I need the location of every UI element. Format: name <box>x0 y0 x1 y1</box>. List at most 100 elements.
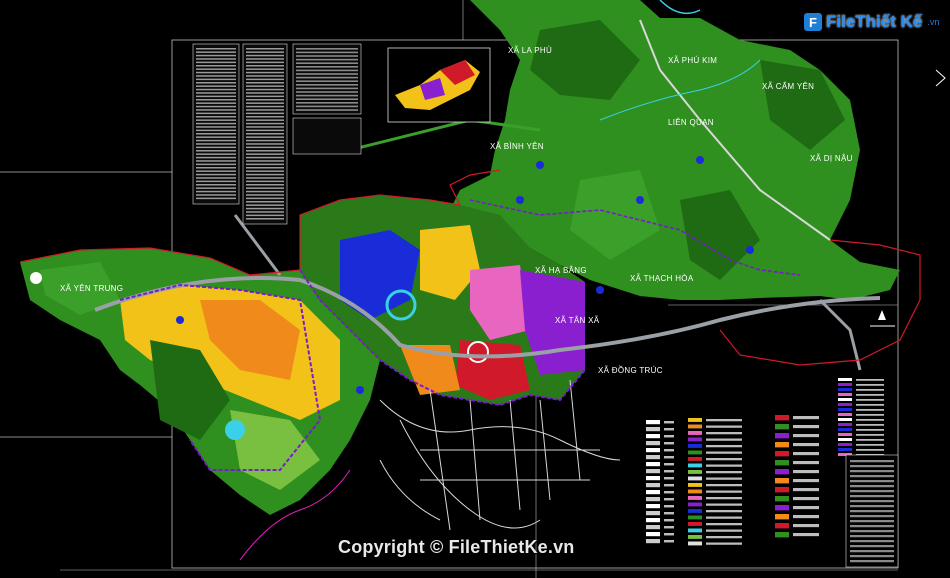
legend-swatch <box>775 415 789 421</box>
logo-f-icon: F <box>804 13 822 31</box>
table-row <box>246 116 284 118</box>
table-row <box>196 139 236 142</box>
table-row <box>196 109 236 111</box>
legend-swatch <box>838 413 852 416</box>
legend-swatch <box>775 433 789 439</box>
table-row <box>196 102 236 104</box>
legend-text <box>664 449 674 452</box>
table-row <box>196 143 236 145</box>
place-label: XÃ BÌNH YÊN <box>490 142 544 151</box>
logo-arrow-icon <box>935 69 946 87</box>
table-row <box>850 540 894 543</box>
place-label: XÃ LA PHÙ <box>508 46 553 55</box>
table-row <box>246 207 284 210</box>
legend-text <box>706 432 742 435</box>
table-row <box>246 99 284 101</box>
table-row <box>196 99 236 101</box>
cyan-pond <box>225 420 245 440</box>
legend-swatch <box>838 408 852 411</box>
brand-logo: F FileThiết Kế .vn <box>804 12 939 32</box>
table-row <box>196 78 236 81</box>
legend-swatch <box>838 378 852 381</box>
legend-text <box>856 424 884 426</box>
data-table-1 <box>192 43 240 205</box>
table-row <box>246 122 284 125</box>
legend-text <box>793 479 819 483</box>
legend-swatch <box>775 523 789 529</box>
legend-text <box>706 438 742 441</box>
legend-text <box>856 409 884 411</box>
legend-swatch <box>646 434 660 439</box>
table-row <box>850 555 894 558</box>
legend-swatch <box>646 539 660 544</box>
legend-swatch <box>688 431 702 435</box>
table-row <box>246 48 284 50</box>
table-row <box>246 78 284 81</box>
legend-text <box>664 442 674 445</box>
table-row <box>246 102 284 104</box>
table-row <box>246 163 284 166</box>
legend-swatch <box>838 393 852 396</box>
title-block <box>845 454 899 568</box>
table-row <box>246 51 284 53</box>
legend-text <box>856 449 884 451</box>
legend-swatch <box>775 451 789 457</box>
table-row <box>246 58 284 60</box>
legend-text <box>706 536 742 539</box>
legend-text <box>706 445 742 448</box>
legend-text <box>664 421 674 424</box>
legend-swatch <box>688 463 702 468</box>
legend-swatch <box>688 418 702 422</box>
table-row <box>246 133 284 135</box>
legend-swatch <box>646 518 660 523</box>
table-row <box>850 495 894 498</box>
table-row <box>246 71 284 74</box>
legend-text <box>706 529 742 532</box>
legend-swatch <box>838 388 852 391</box>
legend-swatch <box>688 496 702 500</box>
table-row <box>246 187 284 189</box>
legend-text <box>856 404 884 406</box>
legend-swatch <box>688 489 702 494</box>
table-row <box>850 550 894 553</box>
legend-swatch <box>775 469 789 475</box>
table-row <box>246 68 284 70</box>
table-row <box>246 105 284 108</box>
table-row <box>246 190 284 193</box>
table-row <box>196 112 236 115</box>
table-row <box>246 139 284 142</box>
place-label: XÃ CẨM YÊN <box>762 82 815 91</box>
legend-swatch <box>838 428 852 431</box>
legend-swatch <box>775 424 789 430</box>
copyright-watermark: Copyright © FileThietKe.vn <box>338 537 575 557</box>
legend-swatch <box>646 469 660 474</box>
legend-text <box>664 435 674 438</box>
table-row <box>850 460 894 463</box>
table-row <box>850 520 894 523</box>
table-row <box>850 515 894 518</box>
legend-swatch <box>688 476 702 481</box>
table-row <box>196 51 236 53</box>
table-row <box>296 87 358 90</box>
legend-text <box>856 429 884 431</box>
legend-text <box>793 497 819 501</box>
legend-swatch <box>688 457 702 461</box>
table-row <box>196 48 236 50</box>
table-row <box>246 211 284 213</box>
legend-text <box>664 540 674 543</box>
table-row <box>246 112 284 115</box>
stream <box>659 0 701 15</box>
table-row <box>850 525 894 528</box>
legend-swatch <box>838 383 852 386</box>
legend-swatch <box>646 490 660 495</box>
table-row <box>246 201 284 203</box>
table-row <box>850 475 894 478</box>
legend-swatch <box>646 511 660 516</box>
legend-swatch <box>688 437 702 442</box>
table-row <box>296 105 358 108</box>
legend-swatch <box>775 442 789 448</box>
place-label: XÃ THẠCH HÒA <box>630 274 694 283</box>
legend-swatch <box>838 433 852 436</box>
table-row <box>850 470 894 473</box>
legend-swatch <box>775 478 789 484</box>
